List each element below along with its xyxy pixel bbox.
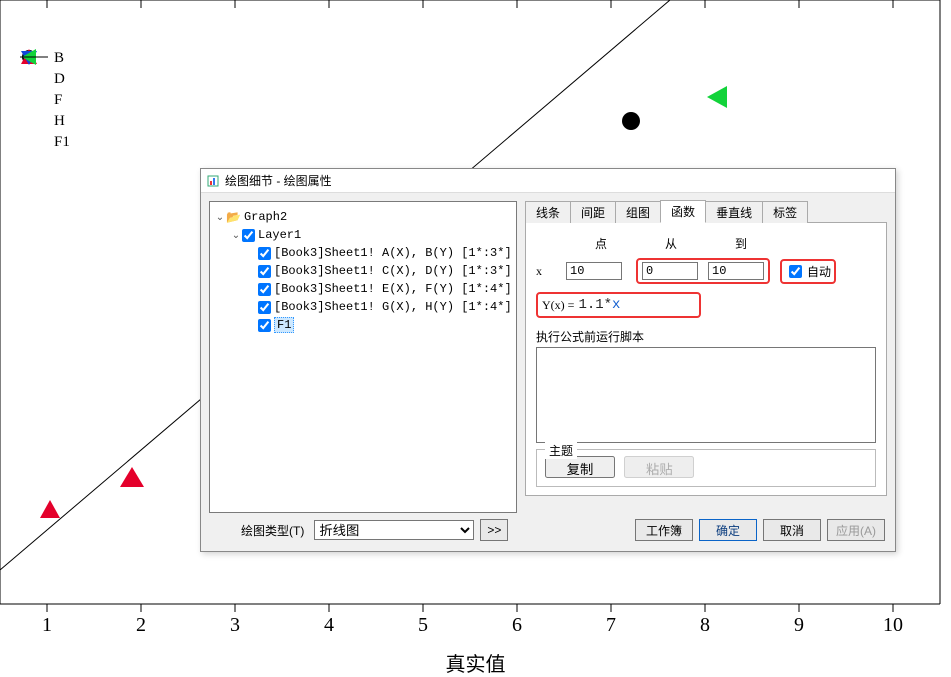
tab-content-function: 点 从 到 x 自动 — [525, 223, 887, 496]
tree-item[interactable]: [Book3]Sheet1! C(X), D(Y) [1*:3*] — [214, 262, 512, 280]
points-input[interactable] — [566, 262, 622, 280]
legend-label: F1 — [54, 134, 70, 151]
dialog-titlebar[interactable]: 绘图细节 - 绘图属性 — [201, 169, 895, 193]
legend-item: F — [20, 90, 70, 111]
tab-bar: 线条 间距 组图 函数 垂直线 标签 — [525, 201, 887, 223]
tree-checkbox[interactable] — [258, 265, 271, 278]
auto-checkbox[interactable] — [789, 265, 802, 278]
tab-spacing[interactable]: 间距 — [570, 201, 616, 223]
col-header-to: 到 — [706, 235, 776, 252]
legend-item: D — [20, 69, 70, 90]
plot-type-label: 绘图类型(T) — [241, 522, 304, 539]
apply-button[interactable]: 应用(A) — [827, 519, 885, 541]
tree-item[interactable]: [Book3]Sheet1! A(X), B(Y) [1*:3*] — [214, 244, 512, 262]
function-expression[interactable]: 1.1*x — [578, 297, 620, 313]
tab-group[interactable]: 组图 — [615, 201, 661, 223]
tab-dropline[interactable]: 垂直线 — [705, 201, 763, 223]
object-tree[interactable]: ⌄ 📂 Graph2 ⌄ Layer1 [Book3]Sheet1! A(X),… — [209, 201, 517, 513]
tree-item[interactable]: [Book3]Sheet1! G(X), H(Y) [1*:4*] — [214, 298, 512, 316]
yx-label: Y(x) = — [542, 298, 574, 313]
tree-layer[interactable]: ⌄ Layer1 — [214, 226, 512, 244]
app-icon — [207, 175, 219, 187]
script-label: 执行公式前运行脚本 — [536, 328, 876, 345]
plot-details-dialog: 绘图细节 - 绘图属性 ⌄ 📂 Graph2 ⌄ Layer1 — [200, 168, 896, 552]
auto-label: 自动 — [807, 263, 831, 280]
x-axis-title: 真实值 — [0, 648, 951, 677]
tree-checkbox[interactable] — [258, 283, 271, 296]
paste-button[interactable]: 粘贴 — [624, 456, 694, 478]
script-textarea[interactable] — [536, 347, 876, 443]
col-header-from: 从 — [636, 235, 706, 252]
legend-label: B — [54, 50, 64, 67]
tab-line[interactable]: 线条 — [525, 201, 571, 223]
tree-checkbox[interactable] — [258, 319, 271, 332]
tree-checkbox[interactable] — [258, 247, 271, 260]
workbook-button[interactable]: 工作簿 — [635, 519, 693, 541]
tab-function[interactable]: 函数 — [660, 200, 706, 223]
dialog-footer: 绘图类型(T) 折线图 >> 工作簿 确定 取消 应用(A) — [201, 513, 895, 551]
col-header-point: 点 — [566, 235, 636, 252]
tree-item-selected[interactable]: F1 — [214, 316, 512, 334]
tab-label[interactable]: 标签 — [762, 201, 808, 223]
from-input[interactable] — [642, 262, 698, 280]
legend-label: F — [54, 92, 62, 109]
legend-item: H — [20, 111, 70, 132]
legend: B D F H F1 — [20, 48, 70, 153]
dialog-title: 绘图细节 - 绘图属性 — [225, 172, 332, 189]
to-input[interactable] — [708, 262, 764, 280]
tree-item[interactable]: [Book3]Sheet1! E(X), F(Y) [1*:4*] — [214, 280, 512, 298]
x-row-label: x — [536, 264, 566, 279]
plot-type-select[interactable]: 折线图 — [314, 520, 474, 540]
legend-item: F1 — [20, 132, 70, 153]
legend-label: H — [54, 113, 65, 130]
theme-group: 主题 复制 粘贴 — [536, 449, 876, 487]
legend-label: D — [54, 71, 65, 88]
copy-button[interactable]: 复制 — [545, 456, 615, 478]
tree-root[interactable]: ⌄ 📂 Graph2 — [214, 208, 512, 226]
tree-checkbox[interactable] — [242, 229, 255, 242]
cancel-button[interactable]: 取消 — [763, 519, 821, 541]
more-button[interactable]: >> — [480, 519, 508, 541]
theme-group-label: 主题 — [545, 442, 577, 459]
ok-button[interactable]: 确定 — [699, 519, 757, 541]
tree-checkbox[interactable] — [258, 301, 271, 314]
